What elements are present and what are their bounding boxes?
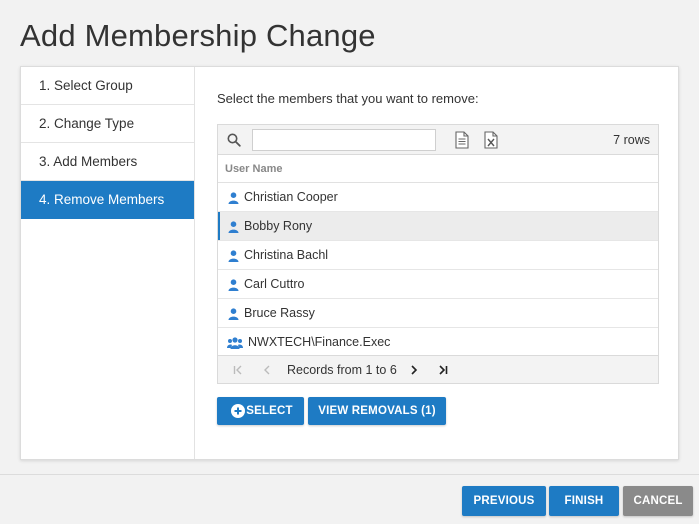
plus-circle-icon [231, 404, 245, 418]
table-row[interactable]: Bobby Rony [218, 212, 658, 241]
column-header-user-name[interactable]: User Name [218, 155, 658, 183]
instruction-text: Select the members that you want to remo… [217, 91, 479, 106]
step-add-members[interactable]: 3. Add Members [21, 143, 194, 181]
select-button-label: SELECT [246, 405, 293, 417]
pager-text: Records from 1 to 6 [287, 363, 397, 377]
previous-button[interactable]: PREVIOUS [462, 486, 546, 516]
finish-button[interactable]: FINISH [549, 486, 619, 516]
cancel-button[interactable]: CANCEL [623, 486, 693, 516]
user-icon [228, 221, 239, 233]
row-name: Bruce Rassy [244, 306, 315, 320]
wizard-footer: PREVIOUS FINISH CANCEL [0, 474, 699, 524]
excel-export-icon[interactable] [483, 131, 499, 149]
row-name: Christina Bachl [244, 248, 329, 262]
row-count: 7 rows [613, 133, 650, 147]
search-input[interactable] [252, 129, 436, 151]
user-icon [228, 250, 239, 262]
group-icon [227, 337, 243, 349]
row-name: Bobby Rony [244, 219, 313, 233]
grid-toolbar: 7 rows [218, 125, 658, 155]
search-icon [227, 133, 241, 147]
user-icon [228, 192, 239, 204]
page-title: Add Membership Change [20, 18, 376, 53]
grid-pager: Records from 1 to 6 [218, 355, 658, 383]
document-icon[interactable] [454, 131, 470, 149]
table-row[interactable]: Christian Cooper [218, 183, 658, 212]
row-name: NWXTECH\Finance.Exec [248, 335, 391, 349]
members-grid: 7 rows User Name Christian Cooper Bobby … [217, 124, 659, 384]
previous-page-icon[interactable] [261, 364, 273, 376]
table-row[interactable]: Christina Bachl [218, 241, 658, 270]
row-name: Carl Cuttro [244, 277, 305, 291]
table-row[interactable]: Carl Cuttro [218, 270, 658, 299]
select-button[interactable]: SELECT [217, 397, 304, 425]
table-row[interactable]: NWXTECH\Finance.Exec [218, 328, 658, 357]
user-icon [228, 279, 239, 291]
step-change-type[interactable]: 2. Change Type [21, 105, 194, 143]
row-name: Christian Cooper [244, 190, 338, 204]
table-row[interactable]: Bruce Rassy [218, 299, 658, 328]
user-icon [228, 308, 239, 320]
wizard-card: 1. Select Group 2. Change Type 3. Add Me… [20, 66, 679, 460]
next-page-icon[interactable] [408, 364, 420, 376]
view-removals-button[interactable]: VIEW REMOVALS (1) [308, 397, 446, 425]
wizard-steps: 1. Select Group 2. Change Type 3. Add Me… [21, 67, 195, 459]
step-select-group[interactable]: 1. Select Group [21, 67, 194, 105]
first-page-icon[interactable] [232, 364, 244, 376]
step-remove-members[interactable]: 4. Remove Members [21, 181, 194, 219]
last-page-icon[interactable] [437, 364, 449, 376]
